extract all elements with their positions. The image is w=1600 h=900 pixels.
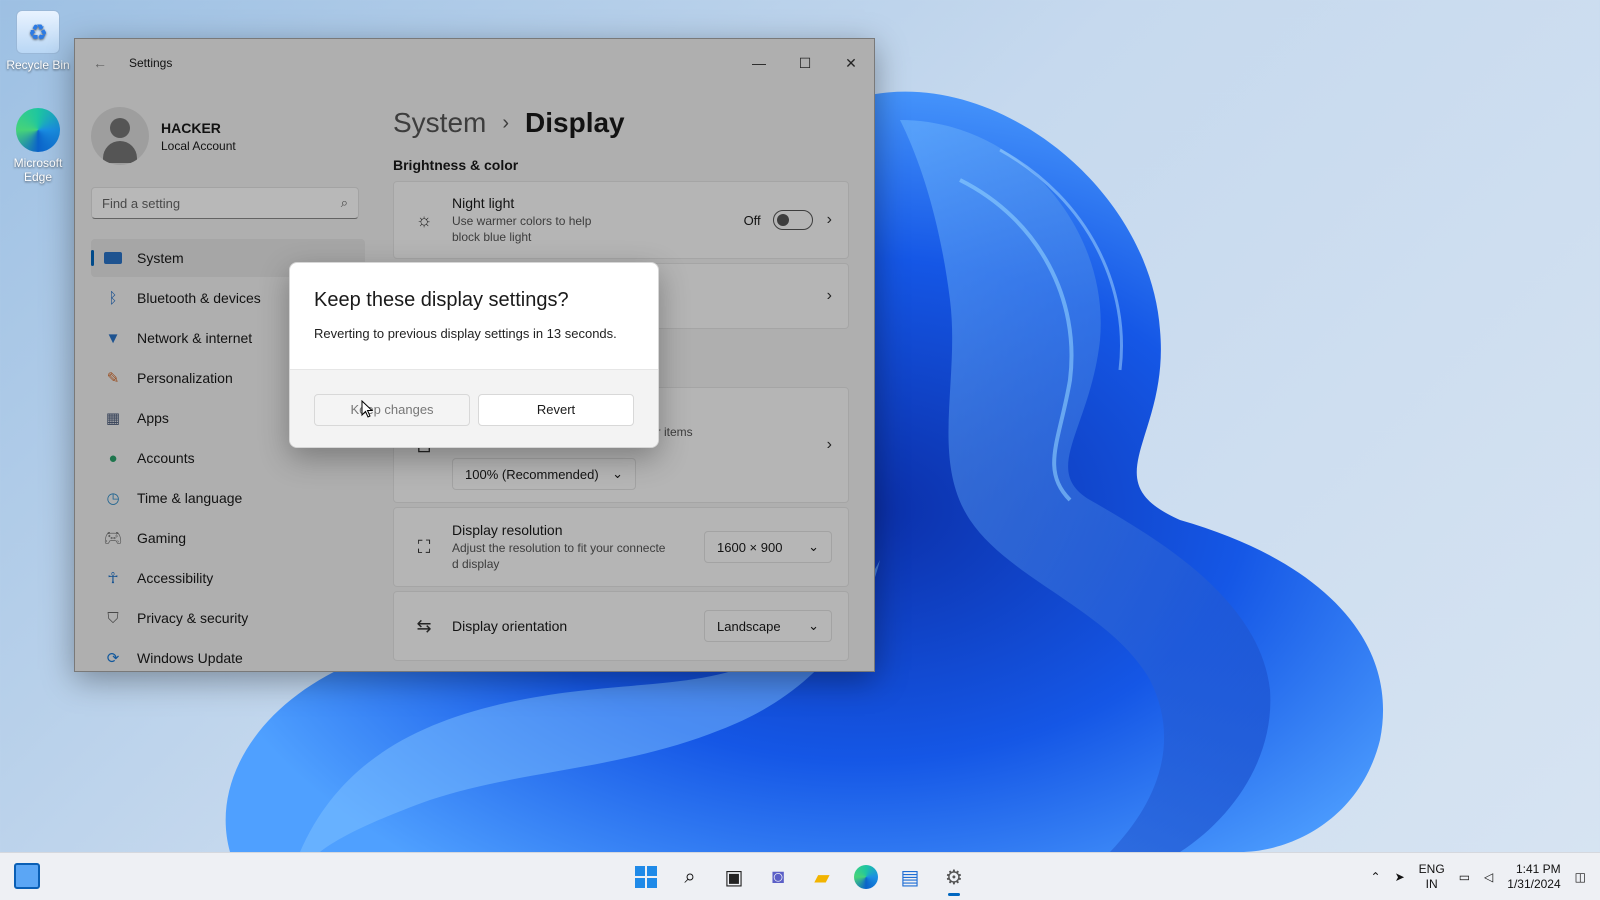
lang-region: IN [1425, 877, 1438, 891]
network-icon[interactable]: ▭ [1459, 870, 1470, 884]
dialog-message: Reverting to previous display settings i… [314, 326, 617, 341]
settings-taskbar-icon[interactable]: ⚙ [936, 859, 972, 896]
edge-taskbar-icon[interactable] [848, 859, 884, 895]
edge-label: Microsoft Edge [13, 156, 63, 184]
keep-changes-button[interactable]: Keep changes [314, 393, 470, 426]
system-tray: ⌃ ➤ ENG IN ▭ ◁ 1:41 PM 1/31/2024 ◫ [1371, 853, 1586, 900]
lang-code: ENG [1418, 862, 1445, 876]
clock-date: 1/31/2024 [1507, 877, 1561, 891]
taskbar-apps: ⌕ ▣ ◙ ▰ ▤ ⚙ [628, 859, 972, 896]
keep-display-settings-dialog: Keep these display settings? Reverting t… [289, 262, 659, 448]
revert-button[interactable]: Revert [478, 393, 634, 426]
windows-logo-icon [635, 866, 657, 888]
volume-icon[interactable]: ◁ [1484, 870, 1493, 884]
dialog-title: Keep these display settings? [314, 289, 569, 311]
clock-time: 1:41 PM [1515, 862, 1561, 876]
desktop-icon-edge[interactable]: Microsoft Edge [0, 108, 76, 184]
edge-icon [16, 108, 60, 152]
task-view-icon[interactable]: ▣ [716, 859, 752, 895]
desktop-icon-recycle-bin[interactable]: ♻ Recycle Bin [0, 10, 76, 72]
search-taskbar-icon[interactable]: ⌕ [672, 859, 708, 895]
store-icon[interactable]: ▤ [892, 859, 928, 895]
mouse-cursor-icon [361, 400, 373, 418]
file-explorer-icon[interactable]: ▰ [804, 859, 840, 895]
notification-icon[interactable]: ◫ [1575, 870, 1586, 884]
recycle-bin-icon: ♻ [16, 10, 60, 54]
chevron-up-icon[interactable]: ⌃ [1371, 870, 1381, 884]
recycle-bin-label: Recycle Bin [6, 58, 70, 72]
clock[interactable]: 1:41 PM 1/31/2024 [1507, 862, 1560, 892]
location-icon[interactable]: ➤ [1395, 870, 1405, 884]
chat-icon[interactable]: ◙ [760, 859, 796, 895]
widgets-icon[interactable] [14, 863, 40, 889]
taskbar: ⌕ ▣ ◙ ▰ ▤ ⚙ ⌃ ➤ ENG IN ▭ ◁ 1:41 PM 1/31/… [0, 852, 1600, 900]
start-button[interactable] [628, 859, 664, 895]
language-indicator[interactable]: ENG IN [1419, 862, 1445, 892]
